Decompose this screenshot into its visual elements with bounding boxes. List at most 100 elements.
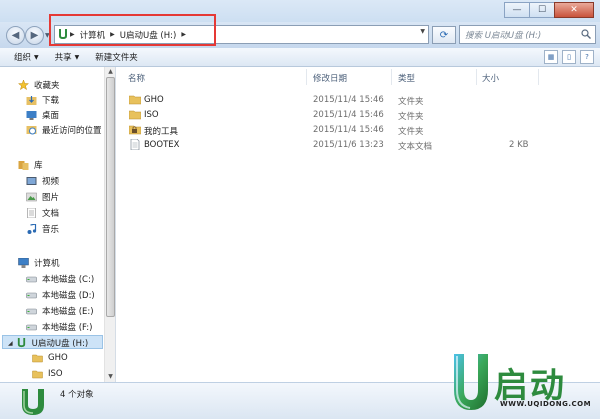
command-toolbar: 组织 ▼ 共享 ▼ 新建文件夹 ▦ ▯ ? <box>0 48 600 67</box>
column-divider[interactable] <box>391 69 392 85</box>
text-file-icon <box>130 139 140 150</box>
close-button[interactable]: ✕ <box>554 2 594 18</box>
share-label: 共享 <box>54 53 72 63</box>
nav-drive-f[interactable]: 本地磁盘 (F:) <box>26 321 92 333</box>
column-divider[interactable] <box>538 69 539 85</box>
organize-menu[interactable]: 组织 ▼ <box>14 51 39 63</box>
file-modified: 2015/11/6 13:23 <box>313 140 384 150</box>
chevron-down-icon: ▼ <box>34 53 39 61</box>
column-headers: 名称 修改日期 类型 大小 <box>116 67 600 87</box>
address-row: ◀ ▶ ▼ ▶ 计算机 ▶ U启动U盘 (H:) ▶ ▼ ⟳ 搜索 U启动U盘 … <box>0 22 600 48</box>
back-button[interactable]: ◀ <box>6 26 25 45</box>
hard-drive-icon <box>26 308 37 315</box>
file-type: 文本文档 <box>398 142 433 152</box>
back-arrow-icon: ◀ <box>11 30 20 41</box>
help-icon[interactable]: ? <box>580 50 594 64</box>
pictures-icon <box>26 192 37 202</box>
breadcrumb-separator-icon[interactable]: ▶ <box>68 31 77 38</box>
title-bar: — ☐ ✕ <box>0 0 600 22</box>
file-row[interactable]: BOOTEX 2015/11/6 13:23 文本文档 2 KB <box>116 138 600 153</box>
file-row[interactable]: 我的工具 2015/11/4 15:46 文件夹 <box>116 123 600 138</box>
nav-folder-gho[interactable]: GHO <box>32 353 68 363</box>
computer-icon <box>18 258 29 268</box>
nav-drive-e[interactable]: 本地磁盘 (E:) <box>26 305 94 317</box>
nav-drive-d[interactable]: 本地磁盘 (D:) <box>26 289 95 301</box>
nav-label: 本地磁盘 (D:) <box>42 291 95 301</box>
refresh-button[interactable]: ⟳ <box>432 26 456 44</box>
new-folder-button[interactable]: 新建文件夹 <box>95 51 138 63</box>
recent-pages-dropdown[interactable]: ▼ <box>45 32 50 39</box>
nav-label: 收藏夹 <box>34 81 60 91</box>
column-size[interactable]: 大小 <box>482 72 499 84</box>
scroll-down-icon[interactable]: ▼ <box>105 372 116 382</box>
nav-label: 库 <box>34 161 43 171</box>
file-type: 文件夹 <box>398 112 424 122</box>
forward-button[interactable]: ▶ <box>25 26 44 45</box>
new-folder-label: 新建文件夹 <box>95 53 138 63</box>
nav-downloads[interactable]: 下载 <box>26 94 59 106</box>
column-modified[interactable]: 修改日期 <box>313 72 347 84</box>
logo-url: WWW.UQIDONG.COM <box>500 400 592 408</box>
breadcrumb-separator-icon[interactable]: ▶ <box>179 31 188 38</box>
breadcrumb-separator-icon[interactable]: ▶ <box>108 31 117 38</box>
file-row[interactable]: ISO 2015/11/4 15:46 文件夹 <box>116 108 600 123</box>
breadcrumb-usb-drive[interactable]: U启动U盘 (H:) <box>117 29 180 41</box>
usb-drive-icon <box>17 338 25 348</box>
address-bar[interactable]: ▶ 计算机 ▶ U启动U盘 (H:) ▶ ▼ <box>54 25 429 44</box>
hard-drive-icon <box>26 276 37 283</box>
preview-pane-icon[interactable]: ▯ <box>562 50 576 64</box>
minimize-button[interactable]: — <box>504 2 530 18</box>
nav-favorites[interactable]: 收藏夹 <box>18 79 60 91</box>
file-size: 2 KB <box>509 140 529 150</box>
nav-label: 本地磁盘 (E:) <box>42 307 94 317</box>
star-icon <box>18 80 29 90</box>
nav-scrollbar[interactable]: ▲ ▼ <box>104 67 115 382</box>
address-dropdown-icon[interactable]: ▼ <box>420 28 425 35</box>
folder-lock-icon <box>129 125 141 135</box>
scroll-thumb[interactable] <box>106 77 115 317</box>
nav-label: 音乐 <box>42 225 60 235</box>
breadcrumb-computer[interactable]: 计算机 <box>77 29 109 41</box>
view-options-icon[interactable]: ▦ <box>544 50 558 64</box>
folder-icon <box>129 110 141 120</box>
nav-music[interactable]: 音乐 <box>26 223 59 235</box>
search-input[interactable]: 搜索 U启动U盘 (H:) <box>459 25 596 44</box>
nav-videos[interactable]: 视频 <box>26 175 59 187</box>
folder-icon <box>32 370 43 379</box>
nav-label: 下载 <box>42 96 60 106</box>
nav-drive-c[interactable]: 本地磁盘 (C:) <box>26 273 94 285</box>
hard-drive-icon <box>26 292 37 299</box>
view-controls: ▦ ▯ ? <box>544 50 594 64</box>
column-name[interactable]: 名称 <box>128 72 145 84</box>
folder-icon <box>32 354 43 363</box>
nav-computer[interactable]: 计算机 <box>18 257 60 269</box>
expand-arrow-icon[interactable]: ◢ <box>8 340 13 347</box>
nav-label: GHO <box>48 353 68 363</box>
nav-label: 视频 <box>42 177 60 187</box>
download-folder-icon <box>26 96 37 105</box>
file-name: GHO <box>144 95 164 105</box>
nav-folder-iso[interactable]: ISO <box>32 369 63 379</box>
share-menu[interactable]: 共享 ▼ <box>55 51 80 63</box>
scroll-up-icon[interactable]: ▲ <box>105 67 116 77</box>
column-type[interactable]: 类型 <box>398 72 415 84</box>
nav-label: 文档 <box>42 209 60 219</box>
nav-libraries[interactable]: 库 <box>18 159 43 171</box>
video-icon <box>26 177 37 185</box>
nav-label: 计算机 <box>34 259 60 269</box>
window-controls: — ☐ ✕ <box>504 2 594 18</box>
nav-usb-drive[interactable]: ◢ U启动U盘 (H:) <box>8 337 88 349</box>
nav-documents[interactable]: 文档 <box>26 207 59 219</box>
nav-pictures[interactable]: 图片 <box>26 191 59 203</box>
nav-desktop[interactable]: 桌面 <box>26 109 59 121</box>
column-divider[interactable] <box>476 69 477 85</box>
nav-recent-places[interactable]: 最近访问的位置 <box>26 124 102 136</box>
search-placeholder: 搜索 U启动U盘 (H:) <box>465 30 542 41</box>
column-divider[interactable] <box>306 69 307 85</box>
file-row[interactable]: GHO 2015/11/4 15:46 文件夹 <box>116 93 600 108</box>
uqidong-logo: 启动 WWW.UQIDONG.COM <box>440 352 600 419</box>
usb-drive-icon <box>59 29 67 39</box>
nav-label: 图片 <box>42 193 60 203</box>
maximize-button[interactable]: ☐ <box>529 2 555 18</box>
music-icon <box>27 224 37 234</box>
